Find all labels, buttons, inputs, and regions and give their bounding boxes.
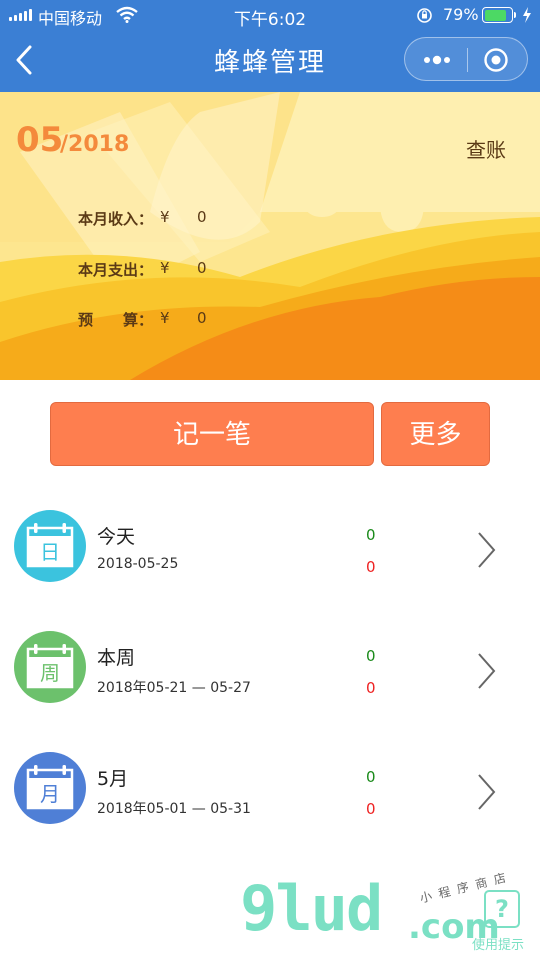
chevron-right-icon: [478, 532, 496, 568]
battery-icon: [482, 7, 516, 23]
row-date: 2018年05-21 — 05-27: [97, 680, 251, 696]
row-title: 今天: [97, 526, 136, 548]
calendar-day-icon: 日: [14, 510, 86, 582]
capsule-menu: [404, 37, 528, 81]
nav-bar: 蜂蜂管理: [0, 30, 540, 92]
capsule-divider: [467, 48, 468, 72]
row-date: 2018年05-01 — 05-31: [97, 801, 251, 817]
calendar-month-icon: 月: [14, 752, 86, 824]
list-item-week[interactable]: 周 本周 2018年05-21 — 05-27 0 0: [0, 631, 540, 731]
more-button[interactable]: 更多: [381, 402, 490, 466]
help-button[interactable]: ?: [484, 890, 520, 928]
question-icon: ?: [495, 895, 509, 923]
row-date: 2018-05-25: [97, 556, 179, 572]
budget-currency: ¥: [160, 309, 170, 327]
battery-fill: [484, 9, 506, 21]
watermark-logo: 9lud: [240, 872, 383, 945]
calendar-week-char: 周: [40, 661, 60, 685]
income-currency: ¥: [160, 208, 170, 226]
income-label: 本月收入：: [78, 210, 154, 228]
rotation-lock-icon: [417, 8, 432, 23]
row-title: 本周: [97, 647, 136, 669]
battery-percent: 79%: [443, 5, 479, 24]
summary-banner: 05 /2018 查账 本月收入： ¥ 0 本月支出： ¥ 0 预 算： ¥ 0: [0, 92, 540, 380]
expense-currency: ¥: [160, 259, 170, 277]
row-income: 0: [366, 768, 376, 786]
charging-icon: [523, 7, 531, 23]
row-expense: 0: [366, 679, 376, 697]
more-dots-icon[interactable]: [421, 53, 453, 67]
record-button[interactable]: 记一笔: [50, 402, 374, 466]
row-income: 0: [366, 647, 376, 665]
row-expense: 0: [366, 558, 376, 576]
current-month: 05: [16, 120, 64, 160]
help-label[interactable]: 使用提示: [472, 934, 524, 953]
status-bar: 中国移动 下午6:02 79%: [0, 0, 540, 30]
list-item-today[interactable]: 日 今天 2018-05-25 0 0: [0, 510, 540, 610]
expense-value: 0: [197, 259, 207, 277]
budget-label: 预 算：: [78, 311, 154, 329]
chevron-right-icon: [478, 774, 496, 810]
calendar-month-char: 月: [40, 782, 60, 806]
budget-value: 0: [197, 309, 207, 327]
site-watermark: 9lud .com 小程序商店 ? 使用提示: [240, 869, 540, 960]
chevron-right-icon: [478, 653, 496, 689]
calendar-week-icon: 周: [14, 631, 86, 703]
row-expense: 0: [366, 800, 376, 818]
income-value: 0: [197, 208, 207, 226]
calendar-day-char: 日: [40, 540, 60, 564]
list-item-month[interactable]: 月 5月 2018年05-01 — 05-31 0 0: [0, 752, 540, 852]
expense-label: 本月支出：: [78, 261, 154, 279]
current-year: /2018: [60, 132, 130, 157]
row-title: 5月: [97, 768, 129, 790]
close-target-icon[interactable]: [483, 47, 509, 73]
row-income: 0: [366, 526, 376, 544]
check-accounts-link[interactable]: 查账: [466, 134, 506, 163]
